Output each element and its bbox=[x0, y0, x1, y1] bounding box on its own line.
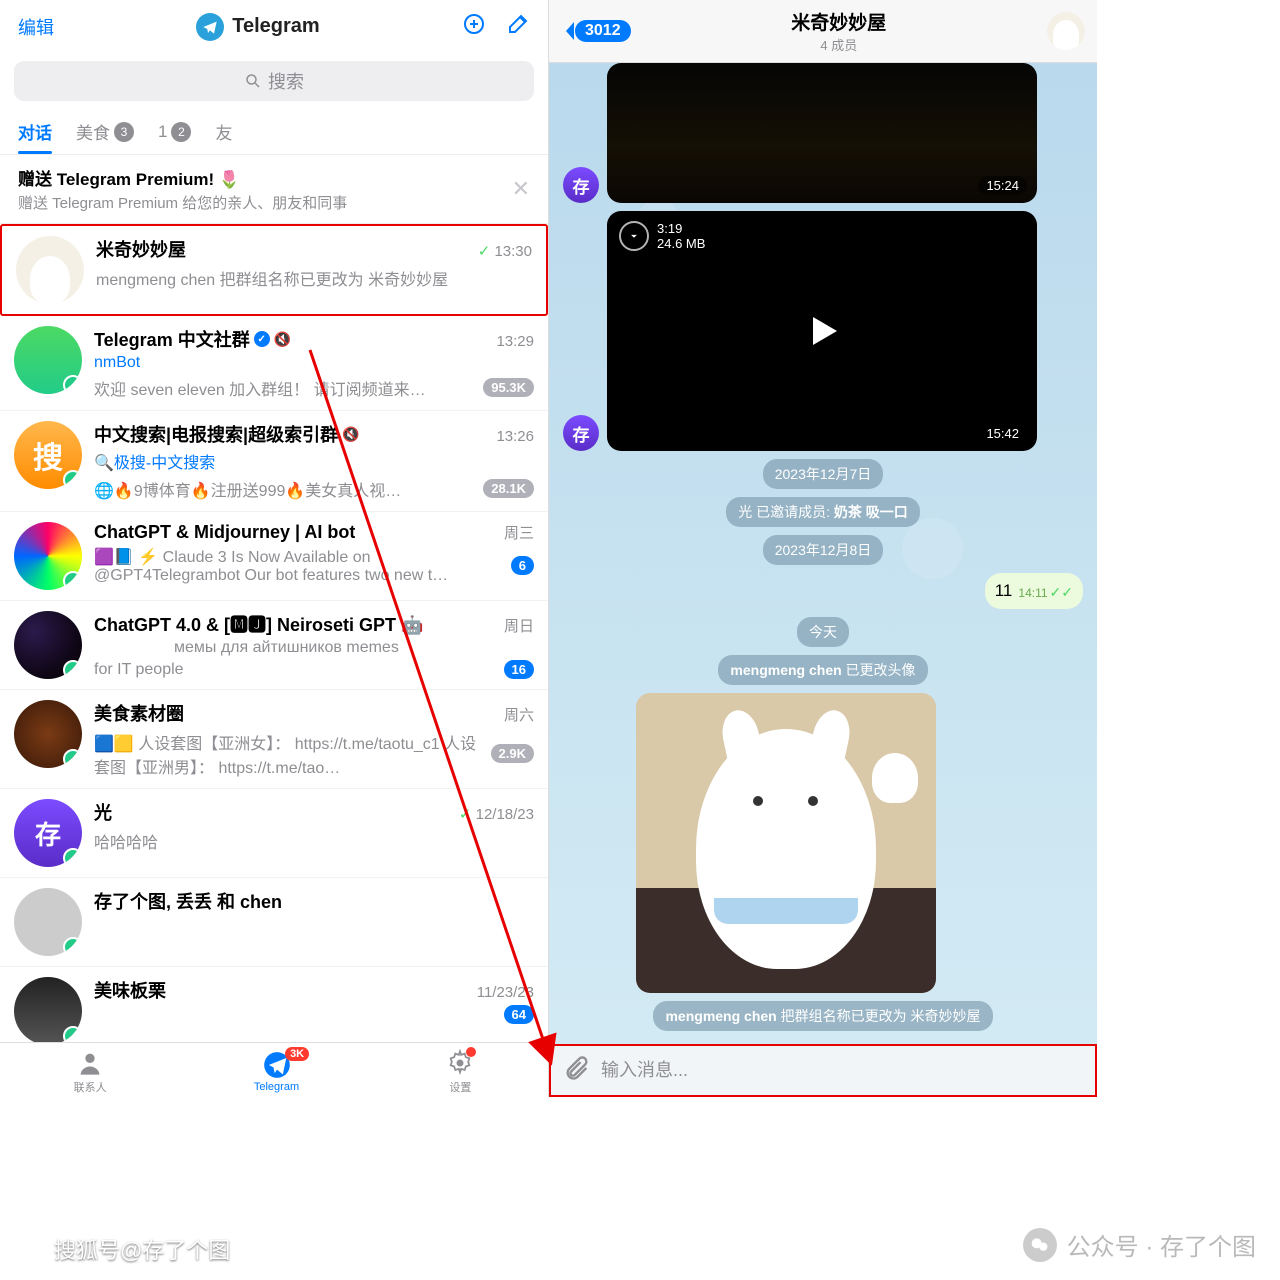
chat-list-pane: 编辑 Telegram 搜索 对话 美食3 12 友 赠送 Telegram P… bbox=[0, 0, 549, 1097]
nav-contacts[interactable]: 联系人 bbox=[74, 1049, 107, 1095]
premium-promo[interactable]: 赠送 Telegram Premium! 🌷 赠送 Telegram Premi… bbox=[0, 155, 548, 224]
close-icon[interactable]: ✕ bbox=[512, 176, 530, 202]
search-icon bbox=[244, 72, 262, 90]
app-title: Telegram bbox=[196, 13, 319, 41]
read-check-icon: ✓✓ bbox=[1050, 584, 1073, 601]
chat-list-item[interactable]: 美味板栗11/23/2364 bbox=[0, 967, 548, 1042]
message-input[interactable] bbox=[601, 1060, 1083, 1081]
sender-avatar[interactable]: 存 bbox=[563, 415, 599, 451]
play-icon[interactable] bbox=[813, 317, 837, 345]
system-message: mengmeng chen 把群组名称已更改为 米奇妙妙屋 bbox=[653, 1001, 992, 1031]
download-icon[interactable] bbox=[619, 221, 649, 251]
chat-subtitle: 4 成员 bbox=[639, 35, 1039, 54]
conversation-pane: 3012 米奇妙妙屋 4 成员 存 15:24 存 3:1924.6 bbox=[549, 0, 1097, 1097]
system-message: 光 已邀请成员: 奶茶 吸一口 bbox=[726, 497, 920, 527]
chat-list-item[interactable]: ChatGPT & Midjourney | AI bot周三🟪📘 ⚡ Clau… bbox=[0, 512, 548, 601]
watermark: 公众号 · 存了个图 bbox=[1023, 1227, 1256, 1262]
source-label: 搜狐号@存了个图 bbox=[12, 1232, 230, 1266]
attach-icon[interactable] bbox=[563, 1054, 591, 1087]
chat-list: 米奇妙妙屋✓ 13:30mengmeng chen 把群组名称已更改为 米奇妙妙… bbox=[0, 224, 548, 1042]
video-message[interactable]: 3:1924.6 MB 15:42 bbox=[607, 211, 1037, 451]
message-input-bar bbox=[549, 1044, 1097, 1097]
chat-list-item[interactable]: 米奇妙妙屋✓ 13:30mengmeng chen 把群组名称已更改为 米奇妙妙… bbox=[0, 224, 548, 316]
bottom-nav: 联系人 3K Telegram 设置 bbox=[0, 1042, 548, 1097]
date-separator: 2023年12月7日 bbox=[763, 459, 884, 489]
chat-list-item[interactable]: 美食素材圈周六🟦🟨 人设套图【亚洲女】： https://t.me/taotu_… bbox=[0, 690, 548, 789]
telegram-icon bbox=[196, 13, 224, 41]
search-input[interactable]: 搜索 bbox=[14, 61, 534, 101]
compose-icon[interactable] bbox=[506, 12, 530, 41]
new-folder-icon[interactable] bbox=[462, 12, 486, 41]
tab-food[interactable]: 美食3 bbox=[76, 119, 134, 144]
nav-settings[interactable]: 设置 bbox=[446, 1049, 474, 1095]
chat-list-item[interactable]: 存了个图, 丢丢 和 chen bbox=[0, 878, 548, 967]
avatar-change-image[interactable] bbox=[636, 693, 936, 993]
outgoing-message[interactable]: 11 14:11✓✓ bbox=[985, 573, 1083, 609]
back-button[interactable]: 3012 bbox=[561, 20, 631, 42]
badge-dot bbox=[466, 1047, 476, 1057]
chat-list-item[interactable]: Telegram 中文社群✓🔇13:29nmBot欢迎 seven eleven… bbox=[0, 316, 548, 411]
sender-avatar[interactable]: 存 bbox=[563, 167, 599, 203]
nav-chats[interactable]: 3K Telegram bbox=[254, 1051, 299, 1093]
chat-list-item[interactable]: 存光✓ 12/18/23哈哈哈哈 bbox=[0, 789, 548, 878]
wechat-icon bbox=[1023, 1228, 1057, 1262]
chat-list-item[interactable]: 搜中文搜索|电报搜索|超级索引群🔇13:26🔍极搜-中文搜索🌐🔥9博体育🔥注册送… bbox=[0, 411, 548, 512]
tab-conversations[interactable]: 对话 bbox=[18, 119, 52, 144]
system-message: mengmeng chen 已更改头像 bbox=[718, 655, 927, 685]
folder-tabs: 对话 美食3 12 友 bbox=[0, 109, 548, 155]
date-separator: 2023年12月8日 bbox=[763, 535, 884, 565]
tab-friends[interactable]: 友 bbox=[215, 119, 232, 144]
edit-button[interactable]: 编辑 bbox=[18, 14, 54, 40]
tab-1[interactable]: 12 bbox=[158, 119, 191, 144]
chat-list-item[interactable]: ChatGPT 4.0 & [🅼🅹] Neiroseti GPT 🤖周日мемы… bbox=[0, 601, 548, 690]
chat-title[interactable]: 米奇妙妙屋 bbox=[639, 8, 1039, 35]
date-separator: 今天 bbox=[797, 617, 849, 647]
chat-avatar[interactable] bbox=[1047, 12, 1085, 50]
message-list[interactable]: 存 15:24 存 3:1924.6 MB 15:42 2023年12月7日 光… bbox=[549, 63, 1097, 1044]
image-message[interactable]: 15:24 bbox=[607, 63, 1037, 203]
